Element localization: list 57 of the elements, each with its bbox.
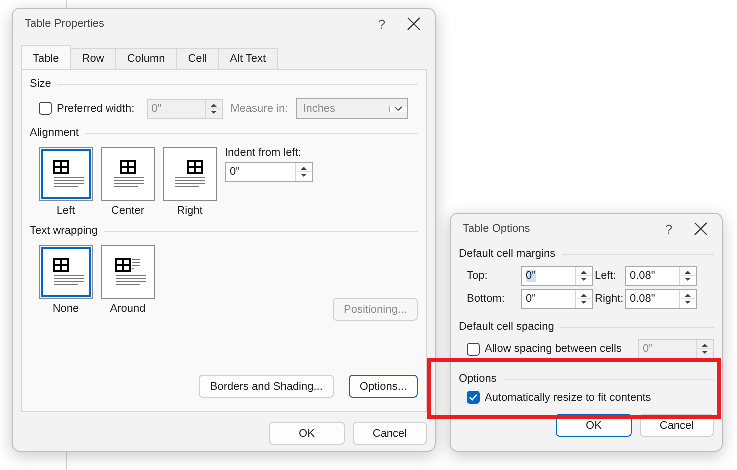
option-label: None [52, 303, 80, 315]
checkbox[interactable] [467, 391, 480, 404]
checkbox[interactable] [467, 342, 480, 356]
spin-arrows-icon[interactable] [679, 290, 696, 308]
section-heading: Alignment [30, 127, 79, 139]
field-label: Right: [595, 293, 621, 305]
layout-option[interactable] [101, 147, 155, 201]
checkbox-label: Automatically resize to fit contents [485, 392, 652, 404]
field-label: Left: [595, 270, 618, 282]
help-button[interactable]: ? [367, 16, 397, 32]
field-label: Bottom: [467, 293, 506, 305]
chevron-down-icon [394, 106, 404, 112]
section-heading: Options [459, 373, 497, 385]
spin-arrows-icon[interactable] [295, 163, 312, 181]
help-button[interactable]: ? [654, 222, 684, 236]
option-label: Center [111, 205, 145, 217]
layout-option[interactable] [163, 147, 217, 201]
field-value: 0" [152, 102, 162, 114]
number-field[interactable]: 0" [521, 289, 593, 309]
number-field[interactable]: 0.08" [625, 289, 697, 309]
layout-option[interactable] [101, 245, 155, 299]
close-icon[interactable] [407, 17, 421, 31]
option-label: Left [56, 205, 76, 217]
field-label: Indent from left: [225, 147, 302, 159]
spin-arrows-icon[interactable] [679, 267, 696, 285]
window-title: Table Properties [25, 18, 106, 30]
section-heading: Default cell spacing [459, 321, 554, 333]
field-value: 0.08" [630, 270, 656, 282]
field-value: 0" [230, 166, 240, 178]
dialog-button[interactable]: Options... [348, 375, 418, 398]
layout-option[interactable] [39, 245, 93, 299]
section-heading: Default cell margins [459, 248, 556, 260]
layout-option[interactable] [39, 147, 93, 201]
field-value: 0" [643, 343, 654, 355]
section-heading: Text wrapping [30, 225, 98, 237]
close-icon[interactable] [694, 222, 708, 236]
field-label: Top: [467, 270, 489, 282]
field-value: 0.08" [630, 293, 656, 305]
dialog-button[interactable]: Cancel [353, 422, 427, 445]
number-field[interactable]: 0" [521, 266, 593, 286]
field-value: 0" [526, 270, 536, 282]
section-heading: Size [30, 78, 52, 90]
checkbox-label: Allow spacing between cells [485, 343, 622, 355]
number-field[interactable]: 0.08" [625, 266, 697, 286]
dialog-button[interactable]: OK [269, 422, 345, 445]
tab[interactable]: Table [21, 45, 72, 69]
spin-arrows-icon[interactable] [575, 267, 592, 285]
spin-arrows-icon[interactable] [575, 290, 592, 308]
dialog-button[interactable]: Borders and Shading... [199, 375, 334, 398]
window-title: Table Options [463, 223, 532, 235]
number-field[interactable]: 0" [225, 162, 313, 182]
field-label: Measure in: [230, 102, 288, 114]
option-label: Around [110, 303, 146, 315]
tab[interactable]: Alt Text [218, 48, 278, 69]
option-label: Right [177, 205, 203, 217]
checkbox-label: Preferred width: [57, 102, 135, 114]
field-value: 0" [526, 293, 536, 305]
